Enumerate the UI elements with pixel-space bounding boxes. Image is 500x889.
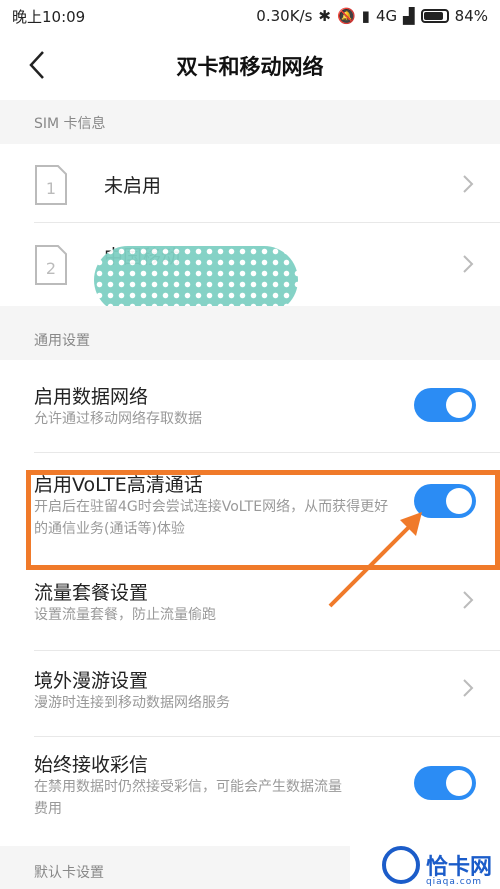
sim-slot-number: 2 [46,259,56,278]
net-speed: 0.30K/s [256,7,313,25]
setting-desc: 允许通过移动网络存取数据 [34,411,202,427]
setting-row-roaming[interactable]: 境外漫游设置 漫游时连接到移动数据网络服务 [0,652,500,736]
signal-icon: ▮ [361,7,370,25]
mute-icon: 🔕 [336,7,356,25]
sim-card-icon: 1 [35,165,67,205]
watermark-logo-icon [381,846,420,884]
status-time: 晚上10:09 [12,7,86,26]
network-type: 4G [375,7,398,25]
setting-desc: 漫游时连接到移动数据网络服务 [34,695,230,711]
watermark: 恰卡网 qiaqa.com [350,841,500,889]
setting-row-data-network[interactable]: 启用数据网络 允许通过移动网络存取数据 [0,360,500,452]
status-bar: 晚上10:09 0.30K/s ✱ 🔕 ▮ 4G ▟ 84% [0,0,500,32]
divider [34,650,500,651]
setting-title: 流量套餐设置 [34,582,149,604]
setting-title: 始终接收彩信 [34,754,149,776]
setting-row-mms[interactable]: 始终接收彩信 在禁用数据时仍然接受彩信，可能会产生数据流量费用 [0,738,500,844]
setting-desc: 设置流量套餐，防止流量偷跑 [34,607,216,623]
sim-card-row-1[interactable]: 1 未启用 [0,144,500,224]
sim-slot-number: 1 [46,179,56,198]
divider [34,222,500,223]
divider [34,452,500,453]
watermark-subtext: qiaqa.com [425,877,482,887]
setting-row-data-plan[interactable]: 流量套餐设置 设置流量套餐，防止流量偷跑 [0,568,500,650]
title-bar: 双卡和移动网络 [0,32,500,100]
data-network-toggle[interactable] [414,388,476,422]
divider [34,736,500,737]
setting-desc: 在禁用数据时仍然接受彩信，可能会产生数据流量费用 [34,779,342,817]
signal-bars-icon: ▟ [403,7,415,25]
setting-title: 启用数据网络 [34,386,149,408]
privacy-mosaic [94,246,298,314]
general-section-header: 通用设置 [34,333,90,349]
chevron-left-icon [29,51,44,79]
mms-toggle[interactable] [414,766,476,800]
page-title: 双卡和移动网络 [176,55,324,79]
chevron-right-icon [463,679,474,697]
battery-level: 84% [454,7,488,25]
status-indicators: 0.30K/s ✱ 🔕 ▮ 4G ▟ 84% [256,7,488,25]
chevron-right-icon [463,175,474,193]
toggle-knob [446,392,472,418]
sim-card-icon: 2 [35,245,67,285]
setting-title: 境外漫游设置 [34,670,149,692]
back-button[interactable] [22,50,52,80]
toggle-knob [446,770,472,796]
battery-icon [420,9,449,23]
chevron-right-icon [463,255,474,273]
sim-section-header: SIM 卡信息 [34,116,106,132]
sim-card-label: 未启用 [104,175,162,197]
chevron-right-icon [463,591,474,609]
bluetooth-icon: ✱ [318,7,331,25]
